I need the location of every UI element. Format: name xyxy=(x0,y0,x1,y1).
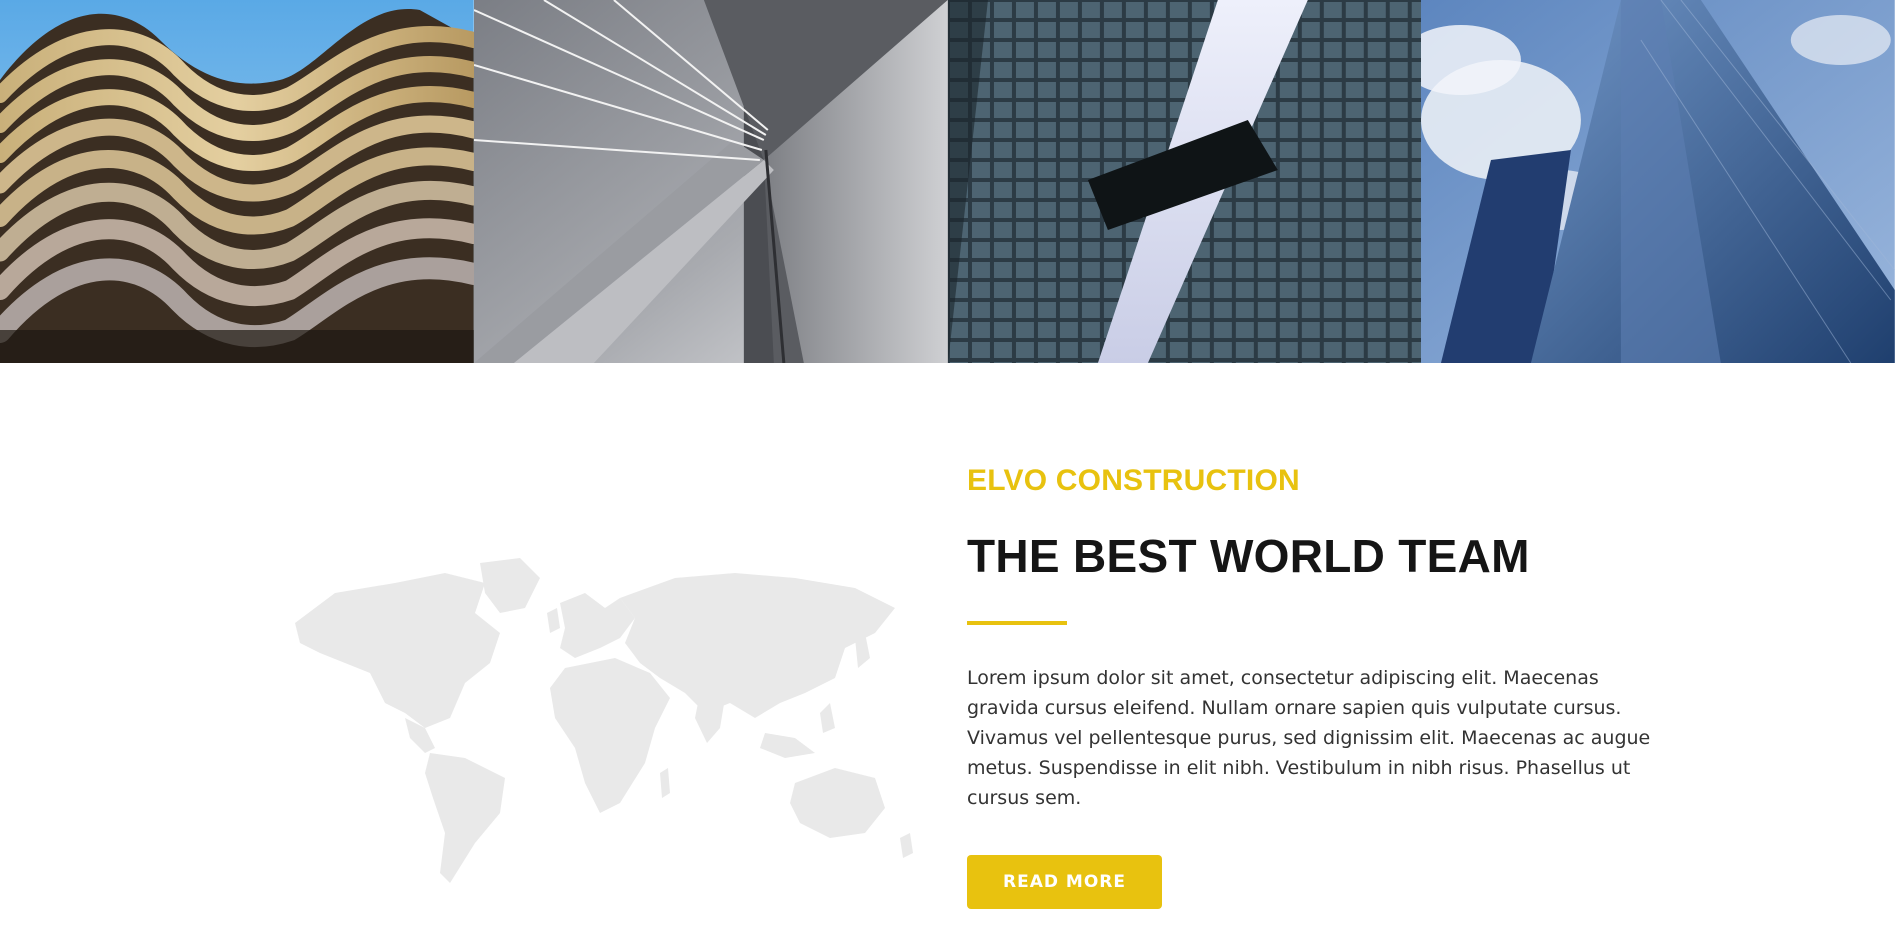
gallery-photo-wavy-building[interactable] xyxy=(0,0,474,363)
photo-gallery-strip xyxy=(0,0,1895,363)
world-map-graphic xyxy=(275,553,915,893)
read-more-button[interactable]: READ MORE xyxy=(967,855,1162,909)
bridge-pylon-image xyxy=(473,0,948,363)
wavy-building-image xyxy=(0,0,474,363)
gallery-photo-bridge-pylon[interactable] xyxy=(473,0,948,363)
accent-divider xyxy=(967,621,1067,625)
about-content: ELVO CONSTRUCTION THE BEST WORLD TEAM Lo… xyxy=(967,463,1687,909)
read-more-label: READ MORE xyxy=(1003,872,1126,892)
about-section: ELVO CONSTRUCTION THE BEST WORLD TEAM Lo… xyxy=(0,363,1895,925)
gallery-photo-skybridge-towers[interactable] xyxy=(947,0,1422,363)
section-body-text: Lorem ipsum dolor sit amet, consectetur … xyxy=(967,667,1651,809)
world-map-icon xyxy=(295,558,913,883)
gallery-photo-blue-skyscraper[interactable] xyxy=(1421,0,1895,363)
section-eyebrow: ELVO CONSTRUCTION xyxy=(967,464,1300,497)
blue-skyscraper-image xyxy=(1421,0,1895,363)
skybridge-towers-image xyxy=(947,0,1422,363)
section-headline: THE BEST WORLD TEAM xyxy=(967,530,1530,582)
